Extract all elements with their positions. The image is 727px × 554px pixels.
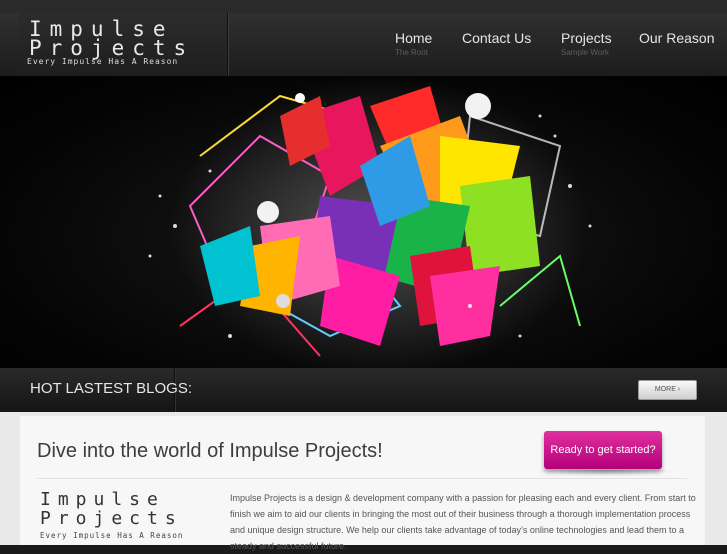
nav-projects[interactable]: Projects Sample Work	[561, 30, 612, 57]
top-strip	[0, 0, 727, 13]
nav-home-label: Home	[395, 30, 433, 46]
footer-logo: Impulse Projects Every Impulse Has A Rea…	[40, 490, 220, 545]
logo-tagline: Every Impulse Has A Reason	[27, 57, 179, 66]
site-logo[interactable]: Impulse Projects Every Impulse Has A Rea…	[19, 13, 228, 76]
nav-contact-us[interactable]: Contact Us	[462, 30, 531, 48]
site-header: Impulse Projects Every Impulse Has A Rea…	[0, 13, 727, 76]
abstract-artwork-graphic	[148, 76, 592, 368]
nav-projects-label: Projects	[561, 30, 612, 46]
footer-logo-tagline: Every Impulse Has A Reason	[40, 531, 184, 540]
nav-projects-sub: Sample Work	[561, 48, 609, 57]
intro-headline: Dive into the world of Impulse Projects!	[37, 440, 383, 462]
blog-title-box: HOT LASTEST BLOGS:	[20, 368, 192, 412]
nav-reason-label: Our Reason	[639, 30, 715, 46]
footer-logo-line-2: Projects	[40, 508, 183, 529]
footer-logo-line-1: Impulse	[40, 489, 165, 510]
intro-panel: Dive into the world of Impulse Projects!…	[20, 416, 705, 551]
nav-contact-label: Contact Us	[462, 30, 532, 46]
blog-section-title: HOT LASTEST BLOGS:	[30, 380, 192, 397]
section-divider	[37, 478, 687, 479]
nav-home[interactable]: Home The Root	[395, 30, 432, 57]
logo-line-2: Projects	[29, 36, 195, 60]
get-started-button[interactable]: Ready to get started?	[544, 431, 662, 469]
hero-banner-image	[0, 76, 727, 368]
cta-shadow	[535, 470, 675, 476]
more-button[interactable]: MORE ›	[638, 380, 697, 400]
nav-our-reason[interactable]: Our Reason	[639, 30, 714, 48]
content-area: Dive into the world of Impulse Projects!…	[0, 412, 727, 551]
about-paragraph: Impulse Projects is a design & developme…	[230, 493, 696, 551]
nav-home-sub: The Root	[395, 48, 428, 57]
blog-bar: HOT LASTEST BLOGS: MORE ›	[0, 368, 727, 412]
